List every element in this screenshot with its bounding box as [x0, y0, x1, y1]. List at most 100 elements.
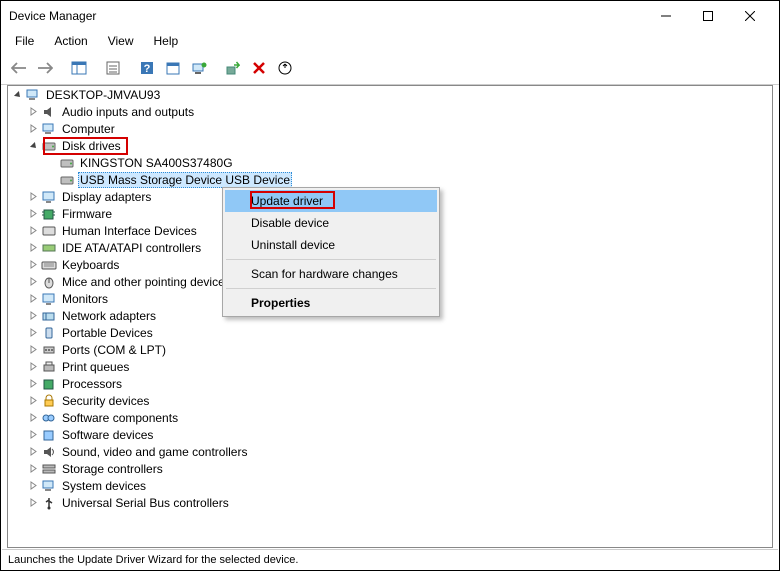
menu-action[interactable]: Action	[50, 32, 91, 50]
expand-arrow-icon[interactable]	[26, 426, 40, 443]
tree-label[interactable]: Keyboards	[60, 257, 121, 273]
hid-icon	[40, 223, 58, 239]
tree-label[interactable]: Software components	[60, 410, 180, 426]
context-menu-item-label: Uninstall device	[251, 238, 335, 252]
tree-row[interactable]: Disk drives	[8, 137, 772, 154]
toolbar-icon-calendar[interactable]	[161, 56, 185, 80]
tree-label[interactable]: Network adapters	[60, 308, 158, 324]
tree-label[interactable]: Processors	[60, 376, 124, 392]
context-menu-item[interactable]: Disable device	[225, 212, 437, 234]
expand-arrow-icon[interactable]	[44, 154, 58, 171]
tree-row[interactable]: Computer	[8, 120, 772, 137]
tree-row[interactable]: DESKTOP-JMVAU93	[8, 86, 772, 103]
show-hide-tree-button[interactable]	[67, 56, 91, 80]
expand-arrow-icon[interactable]	[26, 290, 40, 307]
expand-arrow-icon[interactable]	[26, 341, 40, 358]
expand-arrow-icon[interactable]	[26, 324, 40, 341]
tree-label[interactable]: Software devices	[60, 427, 155, 443]
port-icon	[40, 342, 58, 358]
tree-label[interactable]: DESKTOP-JMVAU93	[44, 87, 162, 103]
help-button[interactable]: ?	[135, 56, 159, 80]
tree-row[interactable]: Universal Serial Bus controllers	[8, 494, 772, 511]
tree-row[interactable]: USB Mass Storage Device USB Device	[8, 171, 772, 188]
enable-device-button[interactable]	[221, 56, 245, 80]
expand-arrow-icon[interactable]	[26, 239, 40, 256]
expand-arrow-icon[interactable]	[26, 460, 40, 477]
menu-help[interactable]: Help	[150, 32, 183, 50]
computer-root-icon	[24, 87, 42, 103]
tree-row[interactable]: Software devices	[8, 426, 772, 443]
tree-label[interactable]: Print queues	[60, 359, 131, 375]
back-button[interactable]	[7, 56, 31, 80]
usb-icon	[40, 495, 58, 511]
tree-row[interactable]: Portable Devices	[8, 324, 772, 341]
properties-button[interactable]	[101, 56, 125, 80]
expand-arrow-icon[interactable]	[26, 273, 40, 290]
tree-row[interactable]: System devices	[8, 477, 772, 494]
tree-label[interactable]: Portable Devices	[60, 325, 155, 341]
tree-row[interactable]: Security devices	[8, 392, 772, 409]
tree-label[interactable]: Computer	[60, 121, 117, 137]
tree-row[interactable]: Ports (COM & LPT)	[8, 341, 772, 358]
tree-row[interactable]: Processors	[8, 375, 772, 392]
tree-row[interactable]: KINGSTON SA400S37480G	[8, 154, 772, 171]
context-menu-item[interactable]: Update driver	[225, 190, 437, 212]
expand-arrow-icon[interactable]	[26, 307, 40, 324]
scan-hardware-button[interactable]	[273, 56, 297, 80]
expand-arrow-icon[interactable]	[26, 103, 40, 120]
expand-arrow-icon[interactable]	[26, 205, 40, 222]
tree-label[interactable]: Security devices	[60, 393, 151, 409]
menu-view[interactable]: View	[104, 32, 138, 50]
expand-arrow-icon[interactable]	[10, 86, 24, 103]
update-driver-button[interactable]	[187, 56, 211, 80]
tree-label[interactable]: Sound, video and game controllers	[60, 444, 249, 460]
expand-arrow-icon[interactable]	[26, 392, 40, 409]
tree-row[interactable]: Audio inputs and outputs	[8, 103, 772, 120]
expand-arrow-icon[interactable]	[26, 494, 40, 511]
tree-label[interactable]: Ports (COM & LPT)	[60, 342, 168, 358]
tree-label[interactable]: Human Interface Devices	[60, 223, 199, 239]
tree-label[interactable]: Firmware	[60, 206, 114, 222]
tree-label[interactable]: Monitors	[60, 291, 110, 307]
menu-file[interactable]: File	[11, 32, 38, 50]
tree-row[interactable]: Sound, video and game controllers	[8, 443, 772, 460]
disk-icon	[40, 138, 58, 154]
tree-row[interactable]: Software components	[8, 409, 772, 426]
context-menu-item[interactable]: Properties	[225, 292, 437, 314]
tree-label[interactable]: Storage controllers	[60, 461, 165, 477]
sound-icon	[40, 444, 58, 460]
tree-row[interactable]: Print queues	[8, 358, 772, 375]
expand-arrow-icon[interactable]	[44, 171, 58, 188]
expand-arrow-icon[interactable]	[26, 409, 40, 426]
tree-label[interactable]: Display adapters	[60, 189, 153, 205]
expand-arrow-icon[interactable]	[26, 222, 40, 239]
context-menu-item[interactable]: Scan for hardware changes	[225, 263, 437, 285]
close-button[interactable]	[729, 2, 771, 30]
tree-label[interactable]: Disk drives	[60, 138, 123, 154]
expand-arrow-icon[interactable]	[26, 443, 40, 460]
expand-arrow-icon[interactable]	[26, 188, 40, 205]
maximize-button[interactable]	[687, 2, 729, 30]
expand-arrow-icon[interactable]	[26, 256, 40, 273]
swdev-icon	[40, 427, 58, 443]
tree-label[interactable]: USB Mass Storage Device USB Device	[78, 172, 292, 188]
tree-label[interactable]: Universal Serial Bus controllers	[60, 495, 231, 511]
tree-label[interactable]: KINGSTON SA400S37480G	[78, 155, 235, 171]
expand-arrow-icon[interactable]	[26, 358, 40, 375]
expand-arrow-icon[interactable]	[26, 477, 40, 494]
expand-arrow-icon[interactable]	[26, 137, 40, 154]
tree-label[interactable]: System devices	[60, 478, 148, 494]
tree-label[interactable]: Audio inputs and outputs	[60, 104, 196, 120]
context-menu-item[interactable]: Uninstall device	[225, 234, 437, 256]
expand-arrow-icon[interactable]	[26, 375, 40, 392]
tree-label[interactable]: IDE ATA/ATAPI controllers	[60, 240, 203, 256]
tree-row[interactable]: Storage controllers	[8, 460, 772, 477]
uninstall-device-button[interactable]	[247, 56, 271, 80]
expand-arrow-icon[interactable]	[26, 120, 40, 137]
security-icon	[40, 393, 58, 409]
tree-label[interactable]: Mice and other pointing devices	[60, 274, 233, 290]
swcomp-icon	[40, 410, 58, 426]
minimize-button[interactable]	[645, 2, 687, 30]
forward-button[interactable]	[33, 56, 57, 80]
cpu-icon	[40, 376, 58, 392]
